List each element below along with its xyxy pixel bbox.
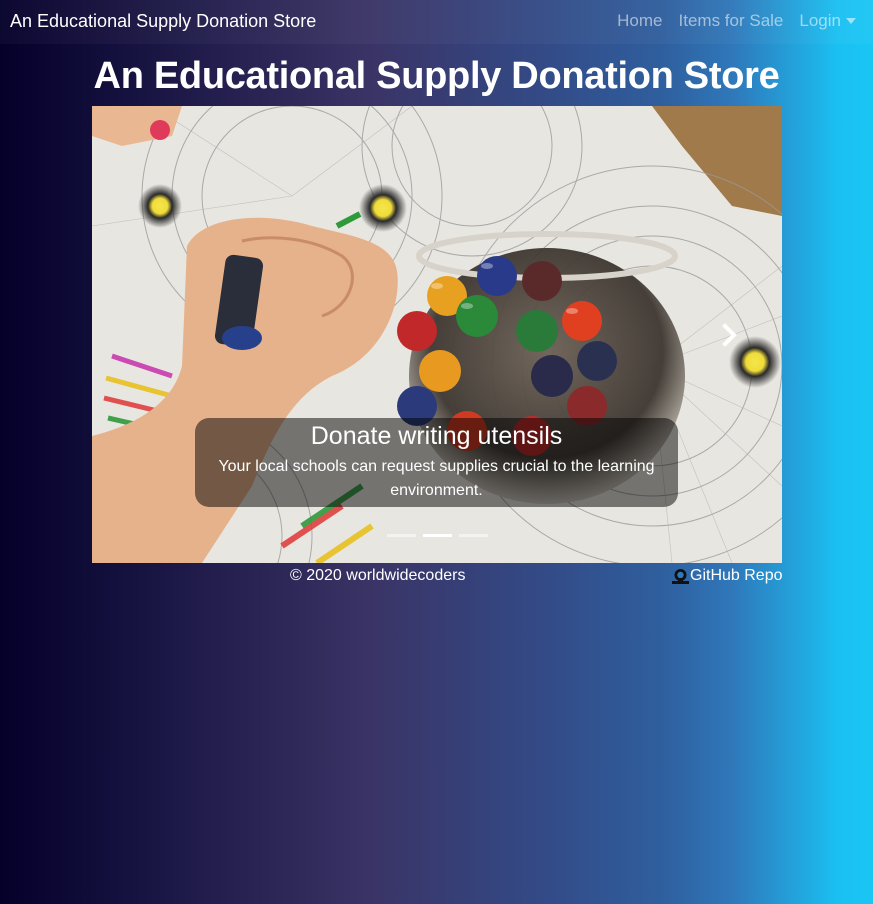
nav-link-login-label: Login [799, 11, 841, 30]
nav-links: Home Items for Sale Login [617, 9, 856, 33]
carousel[interactable]: Donate writing utensils Your local schoo… [92, 106, 782, 563]
nav-link-home[interactable]: Home [617, 9, 662, 33]
carousel-next-button[interactable] [718, 323, 742, 347]
github-icon [672, 568, 689, 584]
footer-copyright: © 2020 worldwidecoders [290, 567, 466, 584]
github-repo-label: GitHub Repo [690, 567, 783, 584]
github-repo-link[interactable]: GitHub Repo [672, 566, 783, 586]
navbar-brand[interactable]: An Educational Supply Donation Store [10, 9, 316, 33]
caret-down-icon [846, 18, 856, 24]
page-title: An Educational Supply Donation Store [93, 55, 780, 97]
nav-dropdown-login[interactable]: Login [799, 9, 856, 33]
carousel-indicator-1[interactable] [386, 534, 416, 537]
nav-link-items-for-sale[interactable]: Items for Sale [679, 9, 784, 33]
chevron-right-icon [722, 323, 737, 347]
navbar: An Educational Supply Donation Store Hom… [0, 0, 873, 44]
nav-link-home-label: Home [617, 11, 663, 30]
carousel-caption-title: Donate writing utensils [310, 422, 563, 450]
nav-link-items-label: Items for Sale [678, 11, 784, 30]
carousel-caption: Donate writing utensils Your local schoo… [195, 418, 678, 507]
carousel-caption-text: Your local schools can request supplies … [218, 458, 655, 499]
carousel-indicators [92, 534, 782, 537]
carousel-indicator-2[interactable] [422, 534, 452, 537]
carousel-indicator-3[interactable] [458, 534, 488, 537]
